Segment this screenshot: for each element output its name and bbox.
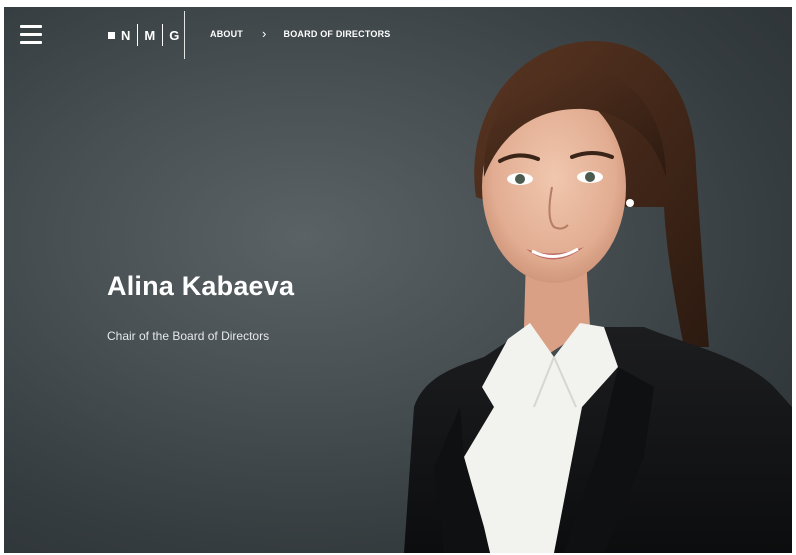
breadcrumb-item-about[interactable]: ABOUT bbox=[210, 29, 243, 39]
hamburger-menu-icon[interactable] bbox=[20, 25, 42, 45]
hero-section: N M G ABOUT › BOARD OF DIRECTORS Alina K… bbox=[4, 7, 792, 553]
portrait-photo bbox=[404, 40, 792, 553]
header-divider bbox=[184, 11, 185, 59]
person-role: Chair of the Board of Directors bbox=[107, 329, 270, 343]
logo-letter-n: N bbox=[121, 27, 131, 43]
logo-divider bbox=[161, 24, 164, 46]
breadcrumb: ABOUT › BOARD OF DIRECTORS bbox=[210, 26, 391, 41]
chevron-right-icon: › bbox=[262, 26, 267, 41]
person-name: Alina Kabaeva bbox=[107, 271, 295, 301]
logo-divider bbox=[136, 24, 139, 46]
logo-square-mark bbox=[108, 31, 115, 39]
nmg-logo[interactable]: N M G bbox=[108, 23, 180, 47]
logo-letter-m: M bbox=[144, 27, 156, 43]
logo-letter-g: G bbox=[169, 27, 180, 43]
breadcrumb-item-board-of-directors[interactable]: BOARD OF DIRECTORS bbox=[284, 29, 391, 39]
